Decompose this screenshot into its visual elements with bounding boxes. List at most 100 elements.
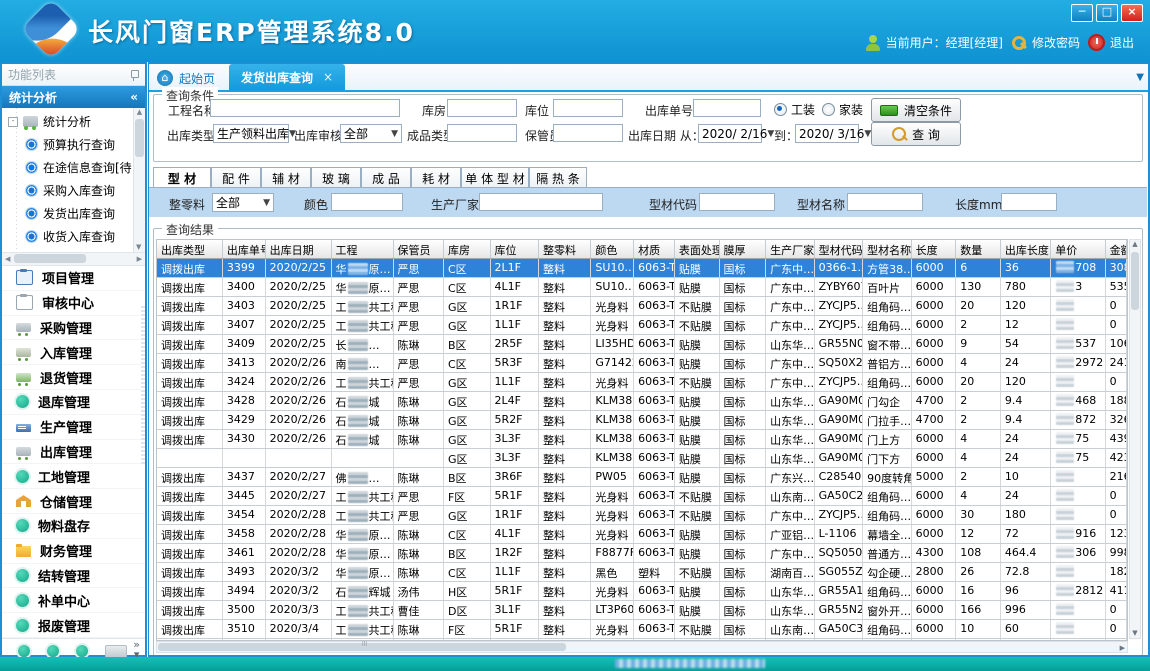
column-header[interactable]: 生产厂家 xyxy=(766,240,815,258)
material-subtab[interactable]: 玻 璃 xyxy=(311,167,361,187)
sidebar-item-物料盘存[interactable]: 物料盘存 xyxy=(2,514,145,539)
collapse-icon[interactable]: « xyxy=(130,90,138,104)
table-hscroll-thumb[interactable] xyxy=(158,643,566,651)
column-header[interactable]: 颜色 xyxy=(591,240,634,258)
change-password-button[interactable]: 修改密码 xyxy=(1011,34,1080,51)
column-header[interactable]: 金额 xyxy=(1106,240,1127,258)
column-header[interactable]: 单价 xyxy=(1051,240,1105,258)
sidebar-item-财务管理[interactable]: 财务管理 xyxy=(2,539,145,564)
table-row[interactable]: 调拨出库34452020/2/27工共工程严思F区5R1F整料光身料6063-T… xyxy=(157,487,1127,506)
tree-root-item[interactable]: - 统计分析 xyxy=(2,108,145,133)
sidebar-item-采购管理[interactable]: 采购管理 xyxy=(2,316,145,341)
column-header[interactable]: 出库日期 xyxy=(266,240,332,258)
maximize-button[interactable]: □ xyxy=(1096,4,1118,22)
clear-conditions-button[interactable]: 清空条件 xyxy=(871,98,961,122)
column-header[interactable]: 工程 xyxy=(332,240,394,258)
column-header[interactable]: 表面处理 xyxy=(675,240,720,258)
column-header[interactable]: 出库类型 xyxy=(157,240,223,258)
material-subtab[interactable]: 单 体 型 材 xyxy=(461,167,529,187)
sidebar-item-退库管理[interactable]: 退库管理 xyxy=(2,390,145,415)
sidebar-item-退货管理[interactable]: 退货管理 xyxy=(2,365,145,390)
table-row[interactable]: 调拨出库35002020/3/3工共工程曹佳D区3L1F整料LT3P606063… xyxy=(157,601,1127,620)
table-row[interactable]: 调拨出库34932020/3/2华原…陈琳C区1L1F整料黑色塑料不贴膜国标湖南… xyxy=(157,563,1127,582)
outbound-type-select[interactable]: 生产领料出库 ▼ xyxy=(213,124,289,143)
material-subtab[interactable]: 隔 热 条 xyxy=(529,167,587,187)
column-header[interactable]: 出库单号 xyxy=(223,240,266,258)
minimize-button[interactable]: ─ xyxy=(1071,4,1093,22)
table-row[interactable]: 调拨出库34242020/2/26工共工程严思G区1L1F整料光身料6063-T… xyxy=(157,373,1127,392)
profile-code-input[interactable] xyxy=(699,193,775,211)
tree-scroll-left-icon[interactable]: ◀ xyxy=(5,255,10,263)
length-input[interactable] xyxy=(1001,193,1057,211)
sidebar-item-报废管理[interactable]: 报废管理 xyxy=(2,613,145,638)
column-header[interactable]: 出库长度 xyxy=(1001,240,1051,258)
sidebar-item-生产管理[interactable]: 生产管理 xyxy=(2,415,145,440)
sidebar-item-项目管理[interactable]: 项目管理 xyxy=(2,266,145,291)
column-header[interactable]: 库房 xyxy=(444,240,491,258)
sidebar-item-结转管理[interactable]: 结转管理 xyxy=(2,564,145,589)
tree-item[interactable]: 采购入库查询 xyxy=(2,179,145,202)
tree-item[interactable]: 在途信息查询[待 xyxy=(2,156,145,179)
table-row[interactable]: 调拨出库34132020/2/26南…严思C区5R3F整料G714226063-… xyxy=(157,354,1127,373)
table-row[interactable]: 调拨出库34032020/2/25工共工程严思G区1R1F整料光身料6063-T… xyxy=(157,297,1127,316)
column-header[interactable]: 型材名称 xyxy=(863,240,912,258)
product-type-input[interactable] xyxy=(447,124,517,142)
tree-hscroll-thumb[interactable] xyxy=(14,254,86,263)
gongzhuang-radio[interactable]: 工装 xyxy=(774,101,815,118)
material-subtab[interactable]: 配 件 xyxy=(211,167,261,187)
color-input[interactable] xyxy=(331,193,403,211)
module-dot-icon[interactable] xyxy=(76,645,88,657)
manufacturer-input[interactable] xyxy=(479,193,603,211)
close-button[interactable]: × xyxy=(1121,4,1143,22)
column-header[interactable]: 数量 xyxy=(956,240,1001,258)
date-to-picker[interactable]: 2020/ 3/16 ▼ xyxy=(795,124,859,143)
module-dot-icon[interactable] xyxy=(18,645,30,657)
module-dot-icon[interactable] xyxy=(47,645,59,657)
radio-unselected-icon[interactable] xyxy=(822,103,835,116)
material-subtab[interactable]: 成 品 xyxy=(361,167,411,187)
keeper-input[interactable] xyxy=(553,124,623,142)
whole-part-select[interactable]: 全部 ▼ xyxy=(212,193,274,212)
table-row[interactable]: 调拨出库33992020/2/25华原…严思C区2L1F整料SU10…6063-… xyxy=(157,259,1127,278)
sidebar-item-仓储管理[interactable]: 仓储管理 xyxy=(2,489,145,514)
tree-item[interactable]: 发货出库查询 xyxy=(2,202,145,225)
tree-scroll-right-icon[interactable]: ▶ xyxy=(137,255,142,263)
tree-item[interactable]: 收货入库查询 xyxy=(2,225,145,248)
warehouse-input[interactable] xyxy=(447,99,517,117)
date-from-picker[interactable]: 2020/ 2/16 ▼ xyxy=(698,124,762,143)
tab-shipment-query[interactable]: 发货出库查询 × xyxy=(229,64,345,90)
logout-button[interactable]: 退出 xyxy=(1088,34,1134,51)
project-name-input[interactable] xyxy=(210,99,400,117)
table-horizontal-scrollbar[interactable]: ▶ xyxy=(156,641,1128,653)
tree-scroll-down-icon[interactable]: ▼ xyxy=(136,243,141,251)
tree-expander-icon[interactable]: - xyxy=(8,117,18,127)
table-row[interactable]: 调拨出库34002020/2/25华原…严思C区4L1F整料SU10…6063-… xyxy=(157,278,1127,297)
tree-item[interactable]: 预算执行查询 xyxy=(2,133,145,156)
column-header[interactable]: 型材代码 xyxy=(815,240,864,258)
column-header[interactable]: 库位 xyxy=(491,240,540,258)
table-row[interactable]: 调拨出库34282020/2/26石城陈琳G区2L4F整料KLM38176063… xyxy=(157,392,1127,411)
module-cart-icon[interactable] xyxy=(105,645,127,658)
search-button[interactable]: 查 询 xyxy=(871,122,961,146)
menu-scrollbar[interactable] xyxy=(141,306,145,466)
column-header[interactable]: 材质 xyxy=(634,240,675,258)
profile-name-input[interactable] xyxy=(847,193,923,211)
tab-list-dropdown-icon[interactable]: ▼ xyxy=(1136,72,1144,83)
tree-horizontal-scrollbar[interactable]: ◀ ▶ xyxy=(2,253,145,266)
material-subtab[interactable]: 辅 材 xyxy=(261,167,311,187)
sidebar-item-补单中心[interactable]: 补单中心 xyxy=(2,588,145,613)
jiazhuang-radio[interactable]: 家装 xyxy=(822,101,863,118)
table-vscroll-thumb[interactable] xyxy=(1131,252,1139,310)
column-header[interactable]: 膜厚 xyxy=(720,240,767,258)
sidebar-item-审核中心[interactable]: 审核中心 xyxy=(2,291,145,316)
table-row[interactable]: G区3L3F整料KLM38176063-T5贴膜国标山东华…GA90M09…门下… xyxy=(157,449,1127,468)
table-vertical-scrollbar[interactable]: ▲ ▼ xyxy=(1129,239,1141,639)
table-row[interactable]: 调拨出库35102020/3/4工共工程陈琳F区5R1F整料光身料6063-T5… xyxy=(157,620,1127,639)
table-row[interactable]: 调拨出库34582020/2/28华原…陈琳C区4L1F整料光身料6063-T5… xyxy=(157,525,1127,544)
outbound-audit-select[interactable]: 全部 ▼ xyxy=(340,124,402,143)
table-row[interactable]: 调拨出库34292020/2/26石城陈琳G区5R2F整料KLM38176063… xyxy=(157,411,1127,430)
sidebar-item-工地管理[interactable]: 工地管理 xyxy=(2,464,145,489)
table-row[interactable]: 调拨出库34612020/2/28华原…陈琳B区1R2F整料F8877FT606… xyxy=(157,544,1127,563)
tree-vertical-scrollbar[interactable]: ▲ ▼ xyxy=(133,108,145,252)
tree-scroll-thumb[interactable] xyxy=(135,119,144,157)
